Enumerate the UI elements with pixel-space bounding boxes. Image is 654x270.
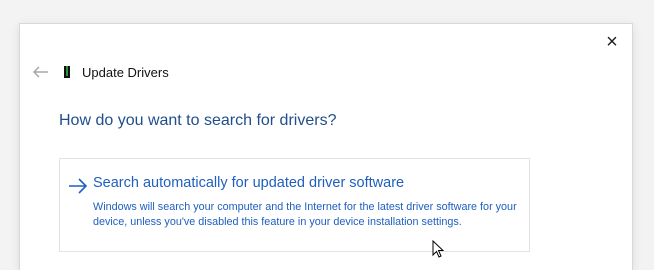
window-titlebar: Update Drivers — [30, 62, 169, 82]
back-button[interactable] — [30, 62, 52, 82]
window-title: Update Drivers — [82, 64, 169, 80]
page-title: How do you want to search for drivers? — [59, 112, 337, 129]
update-drivers-dialog: × Update Drivers How do you want to sear… — [20, 24, 632, 270]
device-driver-icon — [62, 65, 72, 79]
option-description: Windows will search your computer and th… — [93, 201, 517, 228]
right-arrow-icon — [69, 178, 88, 194]
close-button[interactable]: × — [600, 30, 624, 54]
close-icon: × — [606, 31, 618, 53]
screen: × Update Drivers How do you want to sear… — [0, 0, 654, 270]
search-automatically-option[interactable]: Search automatically for updated driver … — [59, 158, 530, 252]
option-title: Search automatically for updated driver … — [93, 175, 405, 191]
back-arrow-icon — [33, 66, 48, 78]
mouse-pointer-icon — [432, 240, 444, 258]
